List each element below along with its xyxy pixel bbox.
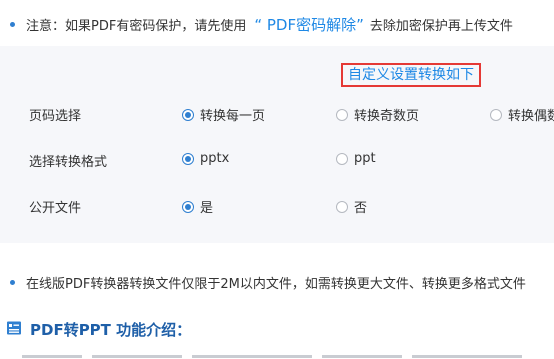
size-limit-notice: 在线版PDF转换器转换文件仅限于2M以内文件，如需转换更大文件、转换更多格式文件 bbox=[0, 272, 554, 292]
radio-convert-odd-pages[interactable]: 转换奇数页 bbox=[336, 105, 419, 124]
radio-format-pptx[interactable]: pptx bbox=[182, 151, 229, 166]
option-label: 是 bbox=[200, 201, 214, 216]
size-limit-text: 在线版PDF转换器转换文件仅限于2M以内文件，如需转换更大文件、转换更多格式文件 bbox=[26, 276, 526, 292]
option-label: 转换奇数页 bbox=[354, 109, 420, 124]
custom-settings-link[interactable]: 自定义设置转换如下 bbox=[341, 63, 481, 87]
radio-selected-icon[interactable] bbox=[182, 200, 194, 213]
option-label: 转换每一页 bbox=[200, 109, 266, 124]
notice-suffix: 去除加密保护再上传文件 bbox=[369, 18, 513, 34]
radio-selected-icon[interactable] bbox=[182, 108, 194, 121]
public-file-label: 公开文件 bbox=[29, 201, 82, 216]
option-label: 否 bbox=[354, 201, 368, 216]
option-label: 转换偶数页 bbox=[508, 109, 554, 124]
radio-convert-even-pages[interactable]: 转换偶数页 bbox=[490, 105, 554, 124]
option-label: pptx bbox=[200, 151, 230, 166]
pdf-password-remove-link[interactable]: “ PDF密码解除” bbox=[254, 14, 364, 35]
radio-unselected-icon[interactable] bbox=[336, 152, 348, 165]
intro-title-text: PDF转PPT 功能介绍： bbox=[30, 321, 192, 339]
radio-format-ppt[interactable]: ppt bbox=[336, 151, 376, 166]
bullet-icon bbox=[10, 21, 15, 27]
page-select-label: 页码选择 bbox=[29, 109, 82, 124]
radio-unselected-icon[interactable] bbox=[336, 200, 348, 213]
radio-unselected-icon[interactable] bbox=[490, 108, 502, 121]
format-select-label: 选择转换格式 bbox=[29, 155, 108, 170]
radio-unselected-icon[interactable] bbox=[336, 108, 348, 121]
truncated-text-line bbox=[22, 350, 542, 359]
radio-selected-icon[interactable] bbox=[182, 152, 194, 165]
password-notice: 注意：如果PDF有密码保护，请先使用 “ PDF密码解除” 去除加密保护再上传文… bbox=[0, 14, 554, 34]
option-label: ppt bbox=[354, 151, 376, 166]
document-list-icon bbox=[6, 320, 22, 340]
intro-section-title: PDF转PPT 功能介绍： bbox=[6, 319, 191, 340]
radio-public-no[interactable]: 否 bbox=[336, 197, 367, 216]
radio-convert-every-page[interactable]: 转换每一页 bbox=[182, 105, 265, 124]
notice-prefix: 注意：如果PDF有密码保护，请先使用 bbox=[26, 18, 247, 34]
radio-public-yes[interactable]: 是 bbox=[182, 197, 213, 216]
bullet-icon bbox=[10, 279, 15, 285]
